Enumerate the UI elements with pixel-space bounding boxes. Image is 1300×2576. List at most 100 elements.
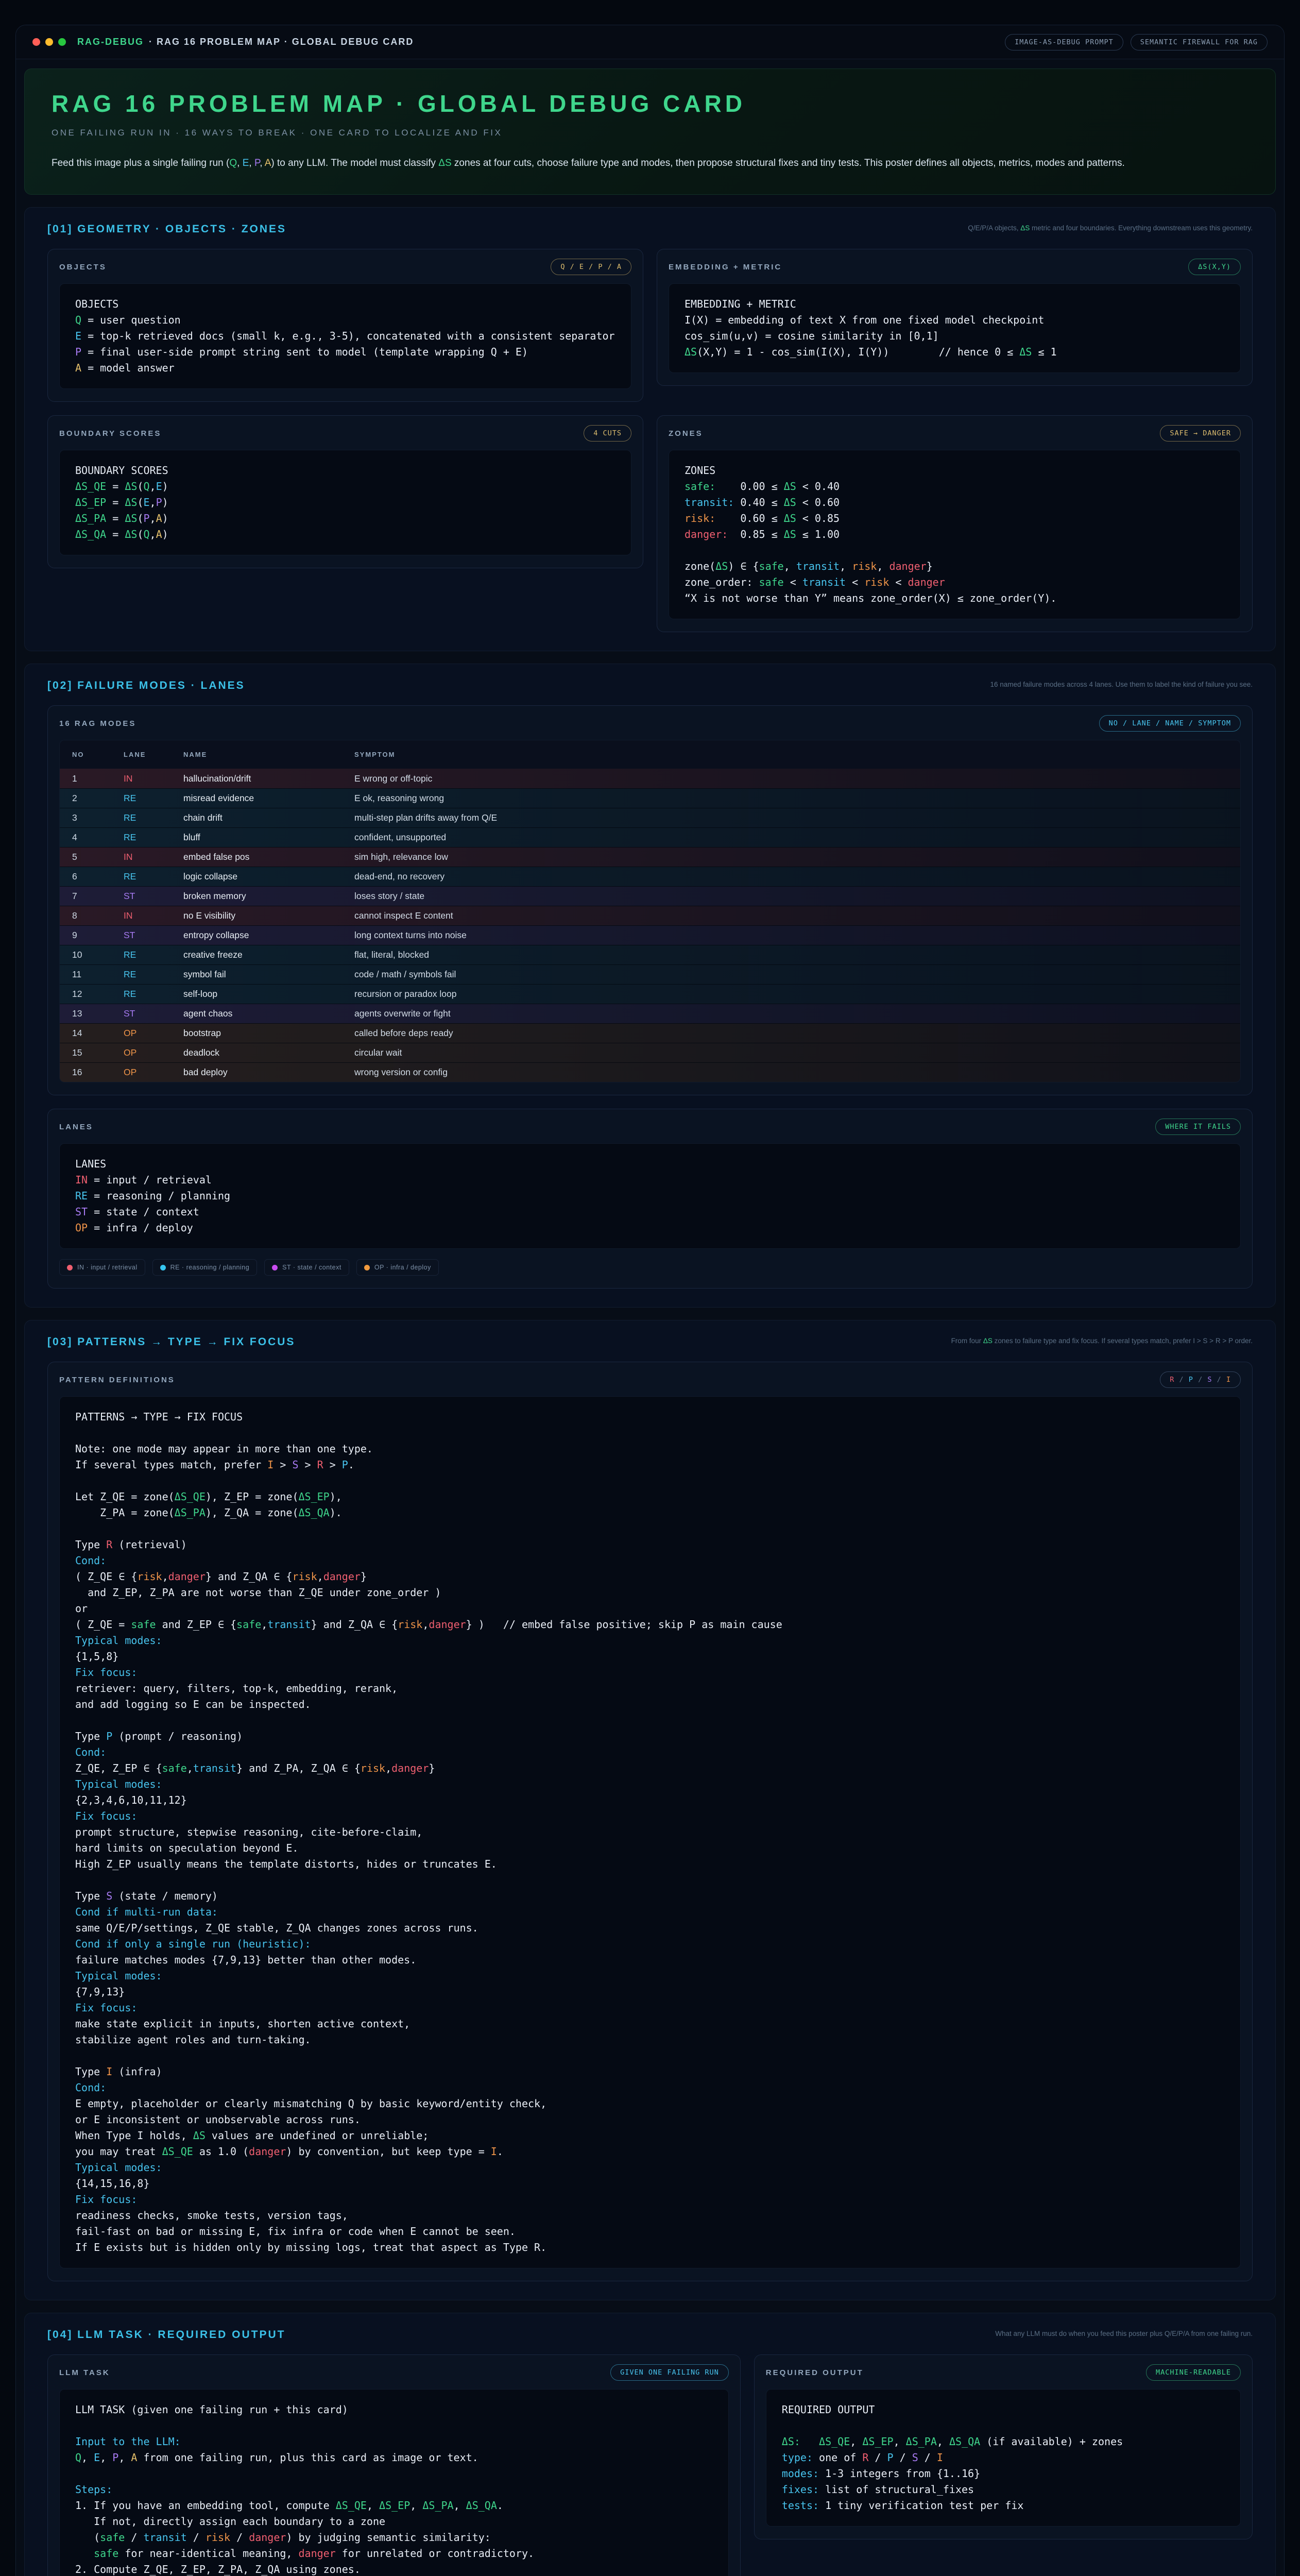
cell-lane: RE [124, 969, 183, 980]
cell-lane: RE [124, 871, 183, 882]
modes-table-body: 1INhallucination/driftE wrong or off-top… [59, 769, 1241, 1082]
lane-dot-icon [67, 1265, 73, 1270]
modes-table-header: NO LANE NAME SYMPTOM [59, 740, 1241, 769]
table-row-mode-6: 6RElogic collapsedead-end, no recovery [60, 867, 1240, 886]
cell-no: 9 [72, 930, 124, 941]
badge-4-cuts: 4 CUTS [584, 425, 631, 442]
cell-symptom: cannot inspect E content [354, 910, 1240, 921]
cell-no: 12 [72, 989, 124, 999]
cell-no: 8 [72, 910, 124, 921]
cell-name: bluff [183, 832, 354, 843]
panel-objects-label: OBJECTS [59, 263, 107, 272]
cell-symptom: loses story / state [354, 891, 1240, 902]
panel-llm-task-label: LLM TASK [59, 2368, 110, 2377]
col-header-name: NAME [183, 751, 354, 758]
cell-name: bootstrap [183, 1028, 354, 1039]
cell-no: 11 [72, 969, 124, 980]
col-header-lane: LANE [124, 751, 183, 758]
table-row-mode-9: 9STentropy collapselong context turns in… [60, 925, 1240, 945]
cell-symptom: agents overwrite or fight [354, 1008, 1240, 1019]
page-subtitle: ONE FAILING RUN IN · 16 WAYS TO BREAK · … [52, 128, 1248, 138]
panel-pattern-definitions: PATTERN DEFINITIONS R / P / S / I PATTER… [47, 1362, 1253, 2281]
lane-dot-icon [160, 1265, 166, 1270]
cell-symptom: E ok, reasoning wrong [354, 793, 1240, 804]
cell-name: deadlock [183, 1047, 354, 1058]
table-row-mode-12: 12REself-looprecursion or paradox loop [60, 984, 1240, 1004]
table-row-mode-3: 3REchain driftmulti-step plan drifts awa… [60, 808, 1240, 827]
section-patterns: [03] PATTERNS → TYPE → FIX FOCUS From fo… [24, 1320, 1276, 2300]
lane-legend: IN · input / retrievalRE · reasoning / p… [59, 1259, 1241, 1276]
cell-symptom: E wrong or off-topic [354, 773, 1240, 784]
panel-16-rag-modes: 16 RAG MODES NO / LANE / NAME / SYMPTOM … [47, 705, 1253, 1095]
cell-lane: OP [124, 1028, 183, 1039]
cell-no: 4 [72, 832, 124, 843]
table-row-mode-13: 13STagent chaosagents overwrite or fight [60, 1004, 1240, 1023]
badge-machine-readable: MACHINE-READABLE [1146, 2364, 1241, 2381]
embedding-code-block: EMBEDDING + METRICI(X) = embedding of te… [669, 283, 1241, 373]
cell-lane: RE [124, 793, 183, 804]
cell-no: 14 [72, 1028, 124, 1039]
window-maximize-icon[interactable] [58, 38, 66, 46]
cell-lane: RE [124, 832, 183, 843]
table-row-mode-16: 16OPbad deploywrong version or config [60, 1062, 1240, 1082]
badge-safe-danger: SAFE → DANGER [1160, 425, 1241, 442]
debug-card-window: RAG-DEBUG · RAG 16 PROBLEM MAP · GLOBAL D… [15, 25, 1285, 2576]
patterns-code-block: PATTERNS → TYPE → FIX FOCUS Note: one mo… [59, 1396, 1241, 2268]
cell-name: no E visibility [183, 910, 354, 921]
panel-boundary-scores: BOUNDARY SCORES 4 CUTS BOUNDARY SCORESΔS… [47, 415, 643, 568]
cell-symptom: wrong version or config [354, 1067, 1240, 1078]
cell-lane: OP [124, 1047, 183, 1058]
cell-lane: ST [124, 891, 183, 902]
cell-lane: IN [124, 852, 183, 862]
section-llm-task: [04] LLM TASK · REQUIRED OUTPUT What any… [24, 2313, 1276, 2576]
badge-delta-s-xy: ΔS(X,Y) [1188, 259, 1241, 275]
lanes-code-block: LANESIN = input / retrievalRE = reasonin… [59, 1143, 1241, 1249]
cell-lane: IN [124, 773, 183, 784]
cell-symptom: code / math / symbols fail [354, 969, 1240, 980]
section-task-note: What any LLM must do when you feed this … [995, 2329, 1253, 2340]
cell-symptom: circular wait [354, 1047, 1240, 1058]
badge-where-it-fails: WHERE IT FAILS [1155, 1118, 1241, 1135]
cell-symptom: dead-end, no recovery [354, 871, 1240, 882]
table-row-mode-5: 5INembed false possim high, relevance lo… [60, 847, 1240, 867]
badge-table-columns: NO / LANE / NAME / SYMPTOM [1099, 715, 1241, 732]
section-geometry-note: Q/E/P/A objects, ΔS metric and four boun… [968, 223, 1253, 234]
window-controls [32, 38, 66, 46]
cell-no: 16 [72, 1067, 124, 1078]
cell-name: self-loop [183, 989, 354, 999]
boundary-code-block: BOUNDARY SCORESΔS_QE = ΔS(Q,E)ΔS_EP = ΔS… [59, 450, 631, 555]
cell-symptom: long context turns into noise [354, 930, 1240, 941]
cell-no: 2 [72, 793, 124, 804]
badge-rpsi: R / P / S / I [1160, 1371, 1241, 1388]
lane-legend-chip: IN · input / retrieval [59, 1259, 145, 1276]
table-row-mode-7: 7STbroken memoryloses story / state [60, 886, 1240, 906]
objects-code-block: OBJECTSQ = user questionE = top-k retrie… [59, 283, 631, 389]
panel-patterns-label: PATTERN DEFINITIONS [59, 1376, 175, 1384]
cell-lane: ST [124, 1008, 183, 1019]
cell-lane: ST [124, 930, 183, 941]
app-name: RAG-DEBUG [77, 37, 144, 47]
cell-name: chain drift [183, 812, 354, 823]
cell-name: broken memory [183, 891, 354, 902]
section-task-title: [04] LLM TASK · REQUIRED OUTPUT [47, 2329, 285, 2341]
window-title-text: · RAG 16 PROBLEM MAP · GLOBAL DEBUG CARD [149, 37, 414, 47]
window-minimize-icon[interactable] [45, 38, 53, 46]
panel-required-output: REQUIRED OUTPUT MACHINE-READABLE REQUIRE… [754, 2354, 1253, 2539]
cell-lane: RE [124, 950, 183, 960]
cell-lane: RE [124, 989, 183, 999]
panel-boundary-label: BOUNDARY SCORES [59, 429, 161, 438]
window-close-icon[interactable] [32, 38, 40, 46]
cell-name: misread evidence [183, 793, 354, 804]
section-modes-title: [02] FAILURE MODES · LANES [47, 680, 245, 692]
window-title: RAG-DEBUG · RAG 16 PROBLEM MAP · GLOBAL D… [77, 37, 414, 47]
cell-lane: OP [124, 1067, 183, 1078]
table-row-mode-11: 11REsymbol failcode / math / symbols fai… [60, 964, 1240, 984]
panel-zones: ZONES SAFE → DANGER ZONESsafe: 0.00 ≤ ΔS… [657, 415, 1253, 632]
table-row-mode-8: 8INno E visibilitycannot inspect E conte… [60, 906, 1240, 925]
lane-dot-icon [272, 1265, 278, 1270]
lane-legend-label: IN · input / retrieval [77, 1264, 138, 1271]
panel-lanes: LANES WHERE IT FAILS LANESIN = input / r… [47, 1109, 1253, 1289]
table-row-mode-4: 4REbluffconfident, unsupported [60, 827, 1240, 847]
panel-modes-label: 16 RAG MODES [59, 719, 136, 728]
col-header-symptom: SYMPTOM [354, 751, 1240, 758]
